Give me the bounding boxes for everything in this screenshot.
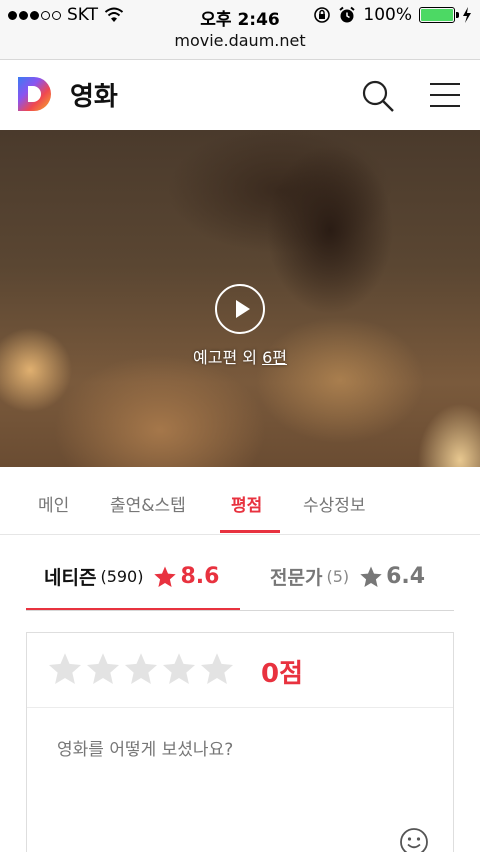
- charging-icon: [463, 7, 471, 23]
- netizen-score: 8.6: [180, 564, 220, 589]
- play-icon[interactable]: [215, 284, 265, 334]
- star-rating-input[interactable]: [47, 651, 235, 687]
- search-icon[interactable]: [360, 78, 396, 114]
- rating-star-4[interactable]: [161, 651, 197, 687]
- site-header: 영화: [0, 60, 480, 130]
- netizen-count: (590): [100, 567, 144, 586]
- rating-input-box: 0점 영화를 어떻게 보셨나요?: [26, 632, 454, 852]
- netizen-label: 네티즌: [44, 567, 97, 589]
- page-title[interactable]: 영화: [70, 76, 118, 113]
- tab-main[interactable]: 메인: [38, 491, 69, 516]
- trailer-prefix: 예고편 외: [193, 348, 257, 367]
- review-textarea-placeholder[interactable]: 영화를 어떻게 보셨나요?: [57, 735, 233, 760]
- battery-icon: [419, 7, 459, 23]
- star-icon: [154, 566, 177, 587]
- movie-tabs: 메인 출연&스텝 평점 수상정보: [0, 467, 480, 535]
- rating-star-1[interactable]: [47, 651, 83, 687]
- expert-score: 6.4: [386, 564, 426, 589]
- expert-label: 전문가: [270, 567, 323, 589]
- url-bar[interactable]: movie.daum.net: [0, 31, 480, 50]
- star-icon: [360, 566, 382, 587]
- divider: [27, 707, 453, 708]
- battery-percent: 100%: [363, 5, 412, 25]
- alarm-icon: [339, 6, 356, 23]
- rating-subtabs: 네티즌 (590) 8.6 전문가 (5) 6.4: [26, 545, 454, 611]
- hamburger-menu-icon[interactable]: [428, 82, 462, 108]
- rating-star-5[interactable]: [199, 651, 235, 687]
- orientation-lock-icon: [314, 7, 331, 23]
- trailer-link[interactable]: 예고편 외 6편: [0, 344, 480, 368]
- rating-star-3[interactable]: [123, 651, 159, 687]
- rating-star-2[interactable]: [85, 651, 121, 687]
- netizen-rating-tab[interactable]: 네티즌 (590) 8.6: [44, 563, 219, 590]
- movie-still-image[interactable]: 예고편 외 6편: [0, 130, 480, 467]
- tab-cast-staff[interactable]: 출연&스텝: [110, 491, 186, 516]
- tab-awards[interactable]: 수상정보: [303, 491, 366, 516]
- status-bar: SKT 오후 2:46 100% movie.daum.net: [0, 0, 480, 60]
- expert-rating-tab[interactable]: 전문가 (5) 6.4: [270, 563, 425, 590]
- expert-count: (5): [326, 567, 350, 586]
- tab-rating[interactable]: 평점: [231, 491, 262, 516]
- daum-logo[interactable]: [16, 75, 54, 113]
- active-tab-indicator: [220, 530, 280, 533]
- trailer-count[interactable]: 6편: [262, 348, 287, 367]
- smiley-icon[interactable]: [399, 827, 429, 852]
- rating-points: 0점: [261, 659, 304, 689]
- active-subtab-indicator: [26, 608, 240, 610]
